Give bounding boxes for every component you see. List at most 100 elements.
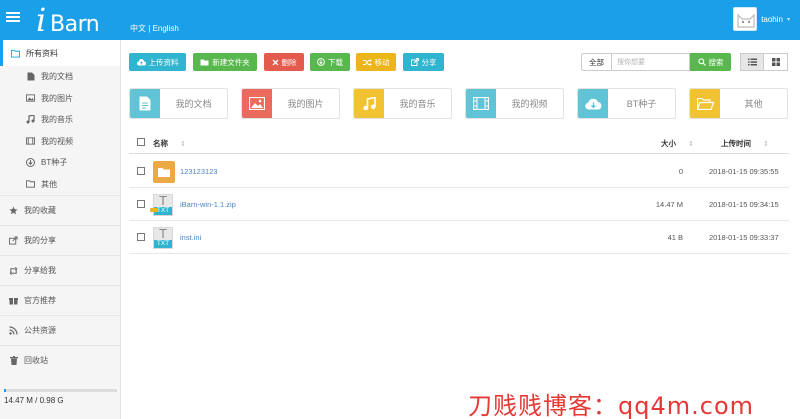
- sidebar-item-favorites[interactable]: 我的收藏: [0, 195, 120, 225]
- row-checkbox[interactable]: [137, 200, 145, 208]
- storage-text: 14.47 M / 0.98 G: [4, 396, 64, 405]
- music-note-icon: [354, 89, 384, 118]
- sidebar-item-label: 其他: [41, 179, 57, 189]
- table-row[interactable]: T TXT inst.ini 41 B 2018-01-15 09:33:37: [129, 221, 789, 254]
- hamburger-menu-icon[interactable]: [6, 10, 20, 24]
- upload-button[interactable]: 上传资料: [129, 53, 186, 71]
- column-name-header[interactable]: 名称 ⇕: [153, 138, 186, 149]
- sidebar-item-music[interactable]: 我的音乐: [0, 109, 120, 131]
- category-label: 我的音乐: [399, 99, 436, 109]
- user-menu[interactable]: taohin ▾: [733, 7, 790, 31]
- category-documents[interactable]: 我的文档: [129, 88, 228, 119]
- logo-text: Barn: [50, 12, 100, 37]
- rss-icon: [9, 326, 18, 335]
- column-time-header[interactable]: 上传时间 ⇕: [721, 138, 769, 149]
- share-icon: [410, 58, 419, 66]
- folder-icon: [200, 59, 209, 65]
- sidebar-item-videos[interactable]: 我的视频: [0, 131, 120, 153]
- select-all-checkbox[interactable]: [137, 138, 145, 146]
- txt-label: TXT: [154, 240, 172, 248]
- cat-avatar-icon: [737, 13, 755, 28]
- storage-progress-fill: [4, 389, 7, 392]
- storage-usage: 14.47 M / 0.98 G: [4, 389, 117, 405]
- new-folder-button[interactable]: 新建文件夹: [193, 53, 257, 71]
- star-icon: [9, 206, 18, 215]
- search-button[interactable]: 搜索: [690, 53, 731, 71]
- category-other[interactable]: 其他: [689, 88, 788, 119]
- lang-english-link[interactable]: English: [153, 24, 179, 33]
- sidebar: 所有资料 我的文档 我的图片 我的音乐 我的视频 BT种子 其他 我的收藏 我的…: [0, 40, 121, 419]
- sidebar-item-pictures[interactable]: 我的图片: [0, 88, 120, 110]
- sidebar-item-label: 我的视频: [41, 136, 73, 146]
- sort-icon: ⇕: [180, 141, 186, 148]
- file-name-link[interactable]: iBarn-win-1.1.zip: [180, 200, 236, 209]
- sidebar-item-my-shares[interactable]: 我的分享: [0, 225, 120, 255]
- delete-button[interactable]: 删除: [264, 53, 304, 71]
- category-label: BT种子: [626, 99, 657, 109]
- file-upload-time: 2018-01-15 09:34:15: [709, 200, 779, 209]
- sidebar-item-all-files[interactable]: 所有资料: [0, 40, 120, 66]
- category-pictures[interactable]: 我的图片: [241, 88, 340, 119]
- grid-icon: [771, 58, 780, 66]
- sidebar-item-official-picks[interactable]: 官方推荐: [0, 285, 120, 315]
- trash-icon: [9, 356, 18, 365]
- watermark: 刀贱贱博客：qq4m.com: [468, 392, 755, 419]
- search-scope-select[interactable]: 全部: [581, 53, 612, 71]
- category-label: 其他: [744, 99, 763, 109]
- retweet-icon: [9, 266, 18, 275]
- sidebar-item-label: 所有资料: [26, 48, 58, 58]
- upload-button-label: 上传资料: [148, 57, 179, 67]
- table-row[interactable]: T TXT iBarn-win-1.1.zip 14.47 M 2018-01-1…: [129, 188, 789, 221]
- username: taohin: [761, 14, 783, 24]
- column-time-label: 上传时间: [721, 139, 751, 148]
- download-button-label: 下载: [328, 57, 343, 67]
- table-row[interactable]: 123123123 0 2018-01-15 09:35:55: [129, 155, 789, 188]
- main-content: 上传资料 新建文件夹 删除 下载 移动 分享 全部 搜索: [121, 40, 800, 419]
- file-size: 41 B: [667, 233, 683, 242]
- new-folder-button-label: 新建文件夹: [212, 57, 250, 67]
- sidebar-item-public-resources[interactable]: 公共资源: [0, 315, 120, 345]
- download-button[interactable]: 下载: [310, 53, 350, 71]
- category-label: 我的图片: [287, 99, 324, 109]
- music-icon: [26, 115, 35, 124]
- row-checkbox[interactable]: [137, 233, 145, 241]
- row-checkbox[interactable]: [137, 167, 145, 175]
- category-bt-torrents[interactable]: BT种子: [577, 88, 676, 119]
- category-videos[interactable]: 我的视频: [465, 88, 564, 119]
- avatar: [733, 7, 758, 31]
- sidebar-item-recycle-bin[interactable]: 回收站: [0, 345, 120, 375]
- file-name-link[interactable]: 123123123: [180, 167, 218, 176]
- category-music[interactable]: 我的音乐: [353, 88, 452, 119]
- list-view-button[interactable]: [740, 53, 764, 71]
- category-label: 我的文档: [175, 99, 212, 109]
- sidebar-item-documents[interactable]: 我的文档: [0, 66, 120, 88]
- share-button[interactable]: 分享: [403, 53, 444, 71]
- document-icon: [130, 89, 160, 118]
- share-icon: [9, 236, 18, 245]
- file-name-link[interactable]: inst.ini: [180, 233, 201, 242]
- grid-view-button[interactable]: [764, 53, 788, 71]
- sidebar-item-label: 分享给我: [24, 266, 56, 275]
- file-upload-time: 2018-01-15 09:35:55: [709, 167, 779, 176]
- sidebar-item-label: 我的文档: [41, 72, 73, 82]
- sidebar-item-label: 我的收藏: [24, 206, 56, 215]
- gift-icon: [9, 296, 18, 305]
- download-circle-icon: [26, 158, 35, 168]
- sidebar-item-bt-torrents[interactable]: BT种子: [0, 152, 120, 174]
- list-icon: [747, 58, 757, 66]
- top-bar: i Barn 中文 | English taohin ▾: [0, 0, 800, 40]
- lang-chinese-link[interactable]: 中文: [130, 24, 146, 33]
- sidebar-item-shared-with-me[interactable]: 分享给我: [0, 255, 120, 285]
- column-size-header[interactable]: 大小 ⇕: [661, 138, 694, 149]
- search-button-label: 搜索: [708, 57, 724, 67]
- move-button[interactable]: 移动: [356, 53, 396, 71]
- sidebar-item-label: 回收站: [24, 356, 48, 365]
- file-table-header: 名称 ⇕ 大小 ⇕ 上传时间 ⇕: [129, 131, 789, 154]
- logo-letter-i: i: [36, 1, 47, 39]
- folder-open-icon: [11, 49, 20, 58]
- download-circle-icon: [317, 58, 325, 66]
- sidebar-item-other[interactable]: 其他: [0, 174, 120, 196]
- folder-icon: [153, 161, 175, 183]
- share-button-label: 分享: [421, 57, 437, 67]
- search-input[interactable]: [612, 53, 690, 71]
